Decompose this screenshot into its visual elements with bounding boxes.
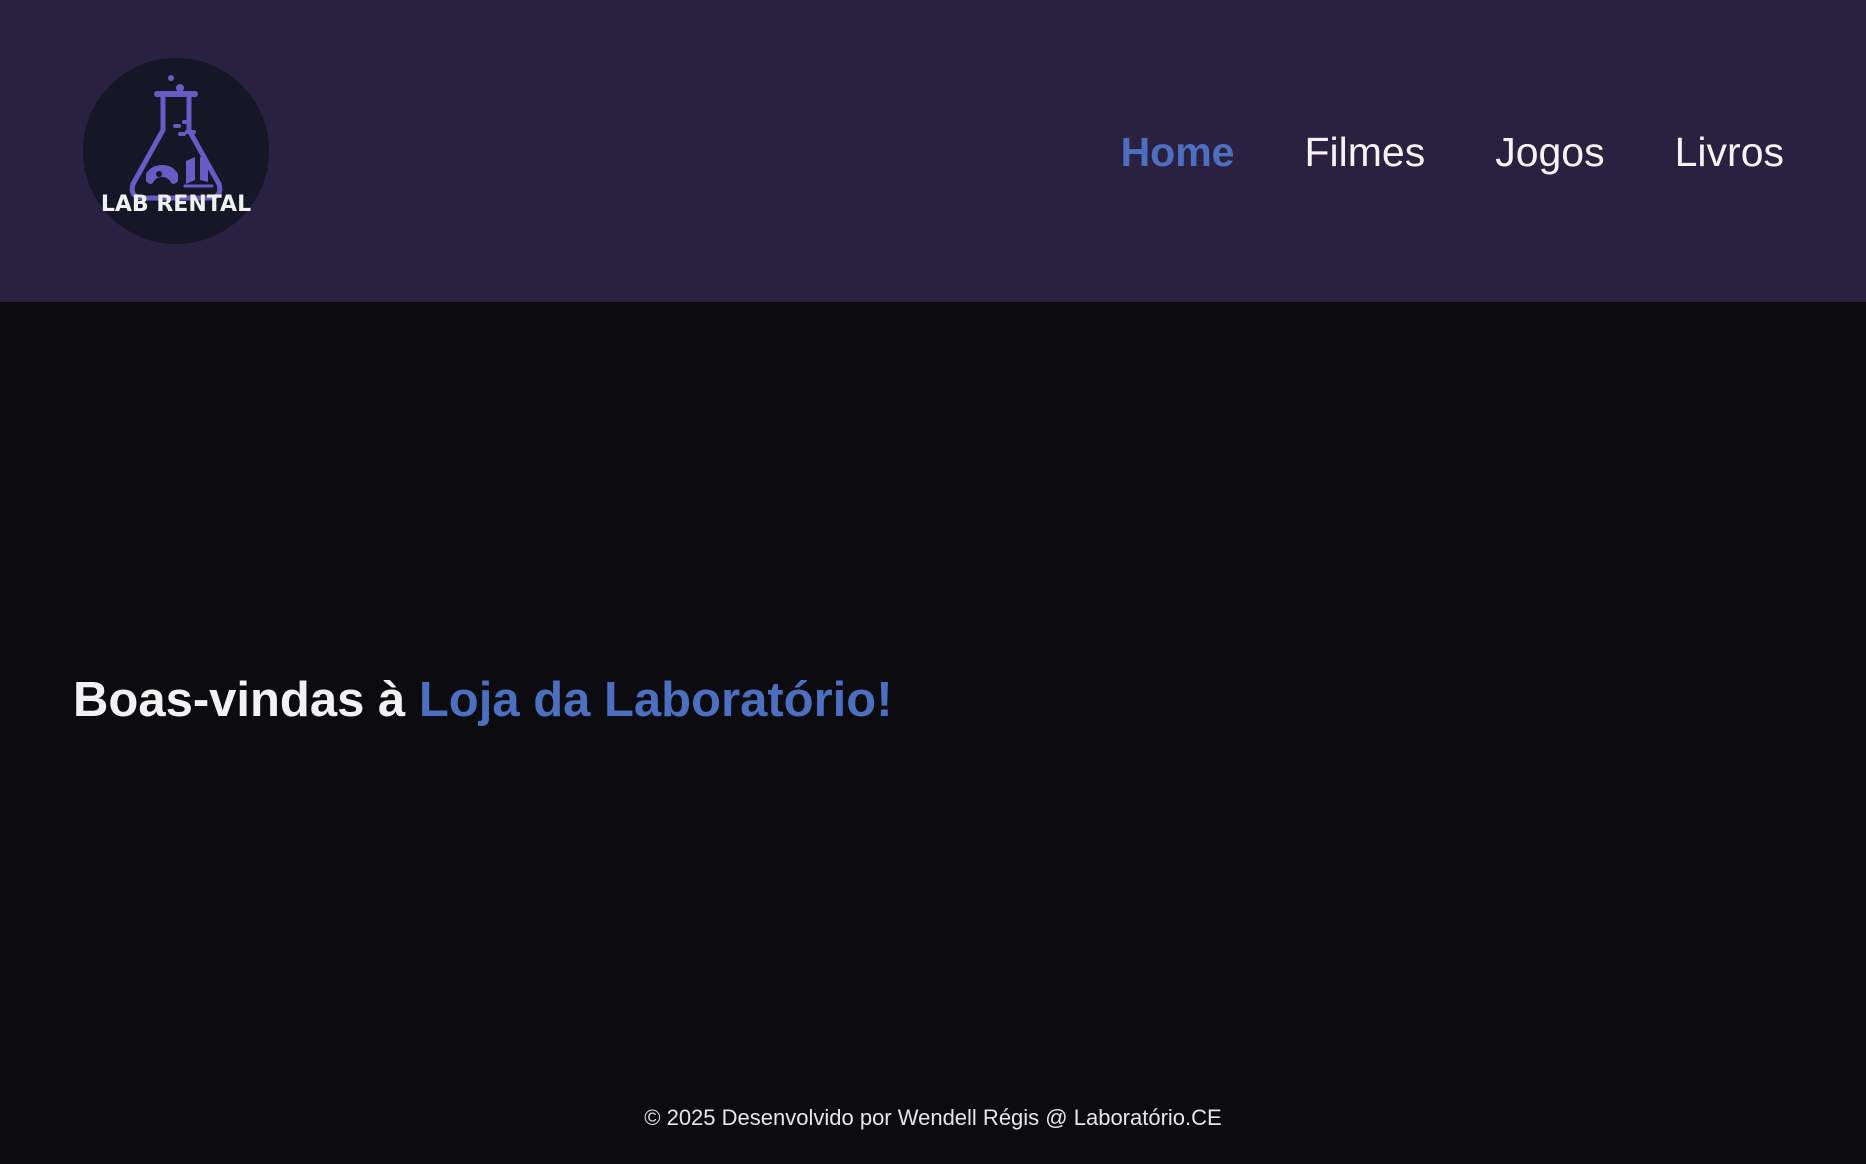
nav-item-livros[interactable]: Livros (1675, 131, 1784, 173)
main-nav: Home Filmes Jogos Livros (1121, 126, 1784, 178)
nav-item-home[interactable]: Home (1121, 131, 1235, 173)
logo[interactable]: LAB RENTAL (83, 58, 269, 244)
page: LAB RENTAL Home Filmes Jogos Livros Boas… (0, 0, 1866, 1164)
nav-item-jogos[interactable]: Jogos (1495, 131, 1604, 173)
site-footer: © 2025 Desenvolvido por Wendell Régis @ … (0, 1107, 1866, 1129)
nav-item-filmes[interactable]: Filmes (1304, 131, 1425, 173)
footer-text: © 2025 Desenvolvido por Wendell Régis @ … (644, 1105, 1222, 1130)
welcome-heading: Boas-vindas à Loja da Laboratório! (73, 672, 893, 728)
site-header: LAB RENTAL Home Filmes Jogos Livros (0, 0, 1866, 302)
welcome-prefix: Boas-vindas à (73, 672, 406, 727)
logo-text: LAB RENTAL (101, 192, 251, 217)
welcome-highlight: Loja da Laboratório! (418, 672, 893, 727)
lab-flask-icon: LAB RENTAL (83, 58, 269, 244)
